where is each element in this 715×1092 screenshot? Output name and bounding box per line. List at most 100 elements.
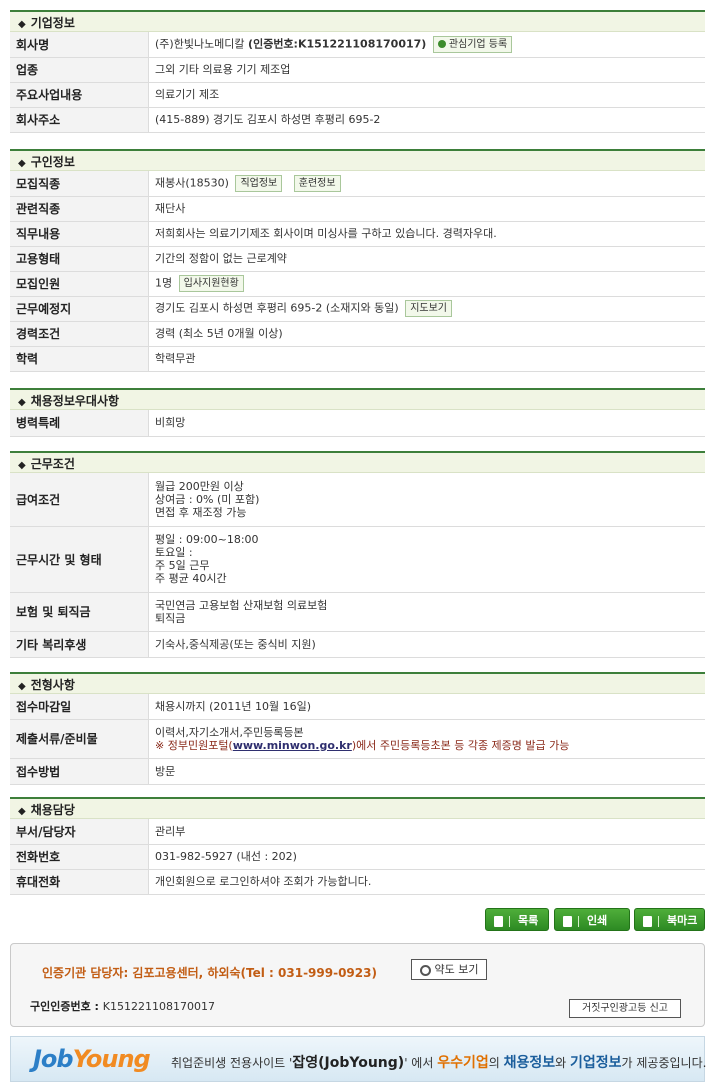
printer-icon (563, 915, 572, 927)
table-row: 주요사업내용 의료기기 제조 (10, 82, 705, 108)
table-row: 업종 그외 기타 의료용 기기 제조업 (10, 57, 705, 83)
table-row: 제출서류/준비물 이력서,자기소개서,주민등록등본 ※ 정부민원포털(www.m… (10, 719, 705, 759)
map-guide-button[interactable]: 약도 보기 (411, 959, 487, 980)
row-value: 기숙사,중식제공(또는 중식비 지원) (148, 631, 705, 658)
row-value: 재단사 (148, 196, 705, 222)
row-value: 방문 (148, 758, 705, 785)
bookmark-button[interactable]: 북마크 (634, 908, 705, 931)
table-row: 직무내용 저희회사는 의료기기제조 회사이며 미싱사를 구하고 있습니다. 경력… (10, 221, 705, 247)
recruit-section: ◆ 구인정보 모집직종 재봉사(18530) 직업정보 훈련정보 관련직종 재단사… (10, 149, 705, 372)
diamond-icon: ◆ (18, 681, 26, 692)
table-row: 회사주소 (415-889) 경기도 김포시 하성면 후평리 695-2 (10, 107, 705, 133)
table-row: 경력조건 경력 (최소 5년 0개월 이상) (10, 321, 705, 347)
applicant-status-button[interactable]: 입사지원현황 (178, 275, 244, 292)
false-ad-report-button[interactable]: 거짓구인광고등 신고 (569, 999, 681, 1018)
row-label: 접수마감일 (10, 694, 149, 720)
table-row: 회사명 (주)한빛나노메디칼 (인증번호:K151221108170017) 관… (10, 32, 705, 58)
cert-number-value: K151221108170017 (102, 1000, 215, 1013)
print-button[interactable]: 인쇄 (554, 908, 630, 931)
row-value: 의료기기 제조 (148, 82, 705, 108)
manager-section-title: ◆ 채용담당 (10, 797, 705, 819)
table-row: 학력 학력무관 (10, 346, 705, 372)
row-value: 채용시까지 (2011년 10월 16일) (148, 694, 705, 720)
row-label: 근무예정지 (10, 296, 149, 322)
row-label: 근무시간 및 형태 (10, 526, 149, 593)
row-value: 그외 기타 의료용 기기 제조업 (148, 57, 705, 83)
diamond-icon: ◆ (18, 19, 26, 30)
magnifier-icon (419, 964, 431, 976)
map-view-button[interactable]: 지도보기 (405, 300, 452, 317)
work-section: ◆ 근무조건 급여조건 월급 200만원 이상 상여금 : 0% (미 포함) 면… (10, 451, 705, 658)
process-section: ◆ 전형사항 접수마감일 채용시까지 (2011년 10월 16일) 제출서류/준… (10, 672, 705, 785)
table-row: 모집인원 1명 입사지원현황 (10, 271, 705, 297)
row-label: 부서/담당자 (10, 819, 149, 845)
manager-table: 부서/담당자 관리부 전화번호 031-982-5927 (내선 : 202) … (10, 819, 705, 895)
recruit-section-title: ◆ 구인정보 (10, 149, 705, 171)
work-table: 급여조건 월급 200만원 이상 상여금 : 0% (미 포함) 면접 후 재조… (10, 473, 705, 658)
row-label: 업종 (10, 57, 149, 83)
table-row: 접수마감일 채용시까지 (2011년 10월 16일) (10, 694, 705, 720)
list-button[interactable]: 목록 (485, 908, 549, 931)
cert-number-label: 구인인증번호 : K151221108170017 (30, 1000, 215, 1013)
process-table: 접수마감일 채용시까지 (2011년 10월 16일) 제출서류/준비물 이력서… (10, 694, 705, 785)
row-label: 모집인원 (10, 271, 149, 297)
plus-icon (437, 39, 446, 48)
diamond-icon: ◆ (18, 460, 26, 471)
row-label: 전화번호 (10, 844, 149, 870)
row-value: 저희회사는 의료기기제조 회사이며 미싱사를 구하고 있습니다. 경력자우대. (148, 221, 705, 247)
banner-text: 취업준비생 전용사이트 '잡영(JobYoung)' 에서 우수기업의 채용정보… (171, 1055, 707, 1071)
jobyoung-logo: JobYoung (33, 1045, 151, 1073)
diamond-icon: ◆ (18, 397, 26, 408)
row-label: 급여조건 (10, 473, 149, 527)
row-value: 재봉사(18530) 직업정보 훈련정보 (148, 171, 705, 197)
row-value: (415-889) 경기도 김포시 하성면 후평리 695-2 (148, 107, 705, 133)
row-label: 기타 복리후생 (10, 631, 149, 658)
row-label: 제출서류/준비물 (10, 719, 149, 759)
certification-contact: 인증기관 담당자: 김포고용센터, 하외숙(Tel : 031-999-0923… (42, 966, 377, 980)
row-label: 경력조건 (10, 321, 149, 347)
row-label: 접수방법 (10, 758, 149, 785)
table-row: 접수방법 방문 (10, 758, 705, 785)
row-label: 회사명 (10, 32, 149, 58)
jobyoung-banner[interactable]: JobYoung 취업준비생 전용사이트 '잡영(JobYoung)' 에서 우… (10, 1036, 707, 1082)
table-row: 휴대전화 개인회원으로 로그인하셔야 조회가 가능합니다. (10, 869, 705, 895)
row-value: 비희망 (148, 410, 705, 437)
preference-section: ◆ 채용정보우대사항 병력특례 비희망 (10, 388, 705, 437)
row-value: 월급 200만원 이상 상여금 : 0% (미 포함) 면접 후 재조정 가능 (148, 473, 705, 527)
bookmark-icon (643, 915, 652, 927)
table-row: 관련직종 재단사 (10, 196, 705, 222)
table-row: 병력특례 비희망 (10, 410, 705, 437)
table-row: 보험 및 퇴직금 국민연금 고용보험 산재보험 의료보험 퇴직금 (10, 592, 705, 632)
training-info-button[interactable]: 훈련정보 (293, 174, 341, 192)
row-value: 경기도 김포시 하성면 후평리 695-2 (소재지와 동일) 지도보기 (148, 296, 705, 322)
preference-table: 병력특례 비희망 (10, 410, 705, 437)
row-label: 주요사업내용 (10, 82, 149, 108)
row-value: 031-982-5927 (내선 : 202) (148, 844, 705, 870)
company-section-title: ◆ 기업정보 (10, 10, 705, 32)
table-row: 고용형태 기간의 정함이 없는 근로계약 (10, 246, 705, 272)
table-row: 근무시간 및 형태 평일 : 09:00~18:00 토요일 : 주 5일 근무… (10, 526, 705, 593)
table-row: 근무예정지 경기도 김포시 하성면 후평리 695-2 (소재지와 동일) 지도… (10, 296, 705, 322)
table-row: 모집직종 재봉사(18530) 직업정보 훈련정보 (10, 171, 705, 197)
row-label: 회사주소 (10, 107, 149, 133)
recruit-table: 모집직종 재봉사(18530) 직업정보 훈련정보 관련직종 재단사 직무내용 … (10, 171, 705, 372)
row-label: 보험 및 퇴직금 (10, 592, 149, 632)
row-value: 1명 입사지원현황 (148, 271, 705, 297)
row-value: 국민연금 고용보험 산재보험 의료보험 퇴직금 (148, 592, 705, 632)
row-value: 개인회원으로 로그인하셔야 조회가 가능합니다. (148, 869, 705, 895)
table-row: 기타 복리후생 기숙사,중식제공(또는 중식비 지원) (10, 631, 705, 658)
row-value: 평일 : 09:00~18:00 토요일 : 주 5일 근무 주 평균 40시간 (148, 526, 705, 593)
minwon-link[interactable]: www.minwon.go.kr (233, 739, 352, 752)
add-interest-button[interactable]: 관심기업 등록 (432, 35, 513, 53)
row-label: 모집직종 (10, 171, 149, 197)
cert-number: (인증번호:K151221108170017) (248, 37, 427, 51)
job-info-button[interactable]: 직업정보 (235, 174, 283, 192)
diamond-icon: ◆ (18, 158, 26, 169)
process-section-title: ◆ 전형사항 (10, 672, 705, 694)
row-label: 직무내용 (10, 221, 149, 247)
certification-info-box: 인증기관 담당자: 김포고용센터, 하외숙(Tel : 031-999-0923… (10, 943, 705, 1027)
manager-section: ◆ 채용담당 부서/담당자 관리부 전화번호 031-982-5927 (내선 :… (10, 797, 705, 895)
preference-section-title: ◆ 채용정보우대사항 (10, 388, 705, 410)
row-label: 휴대전화 (10, 869, 149, 895)
work-section-title: ◆ 근무조건 (10, 451, 705, 473)
